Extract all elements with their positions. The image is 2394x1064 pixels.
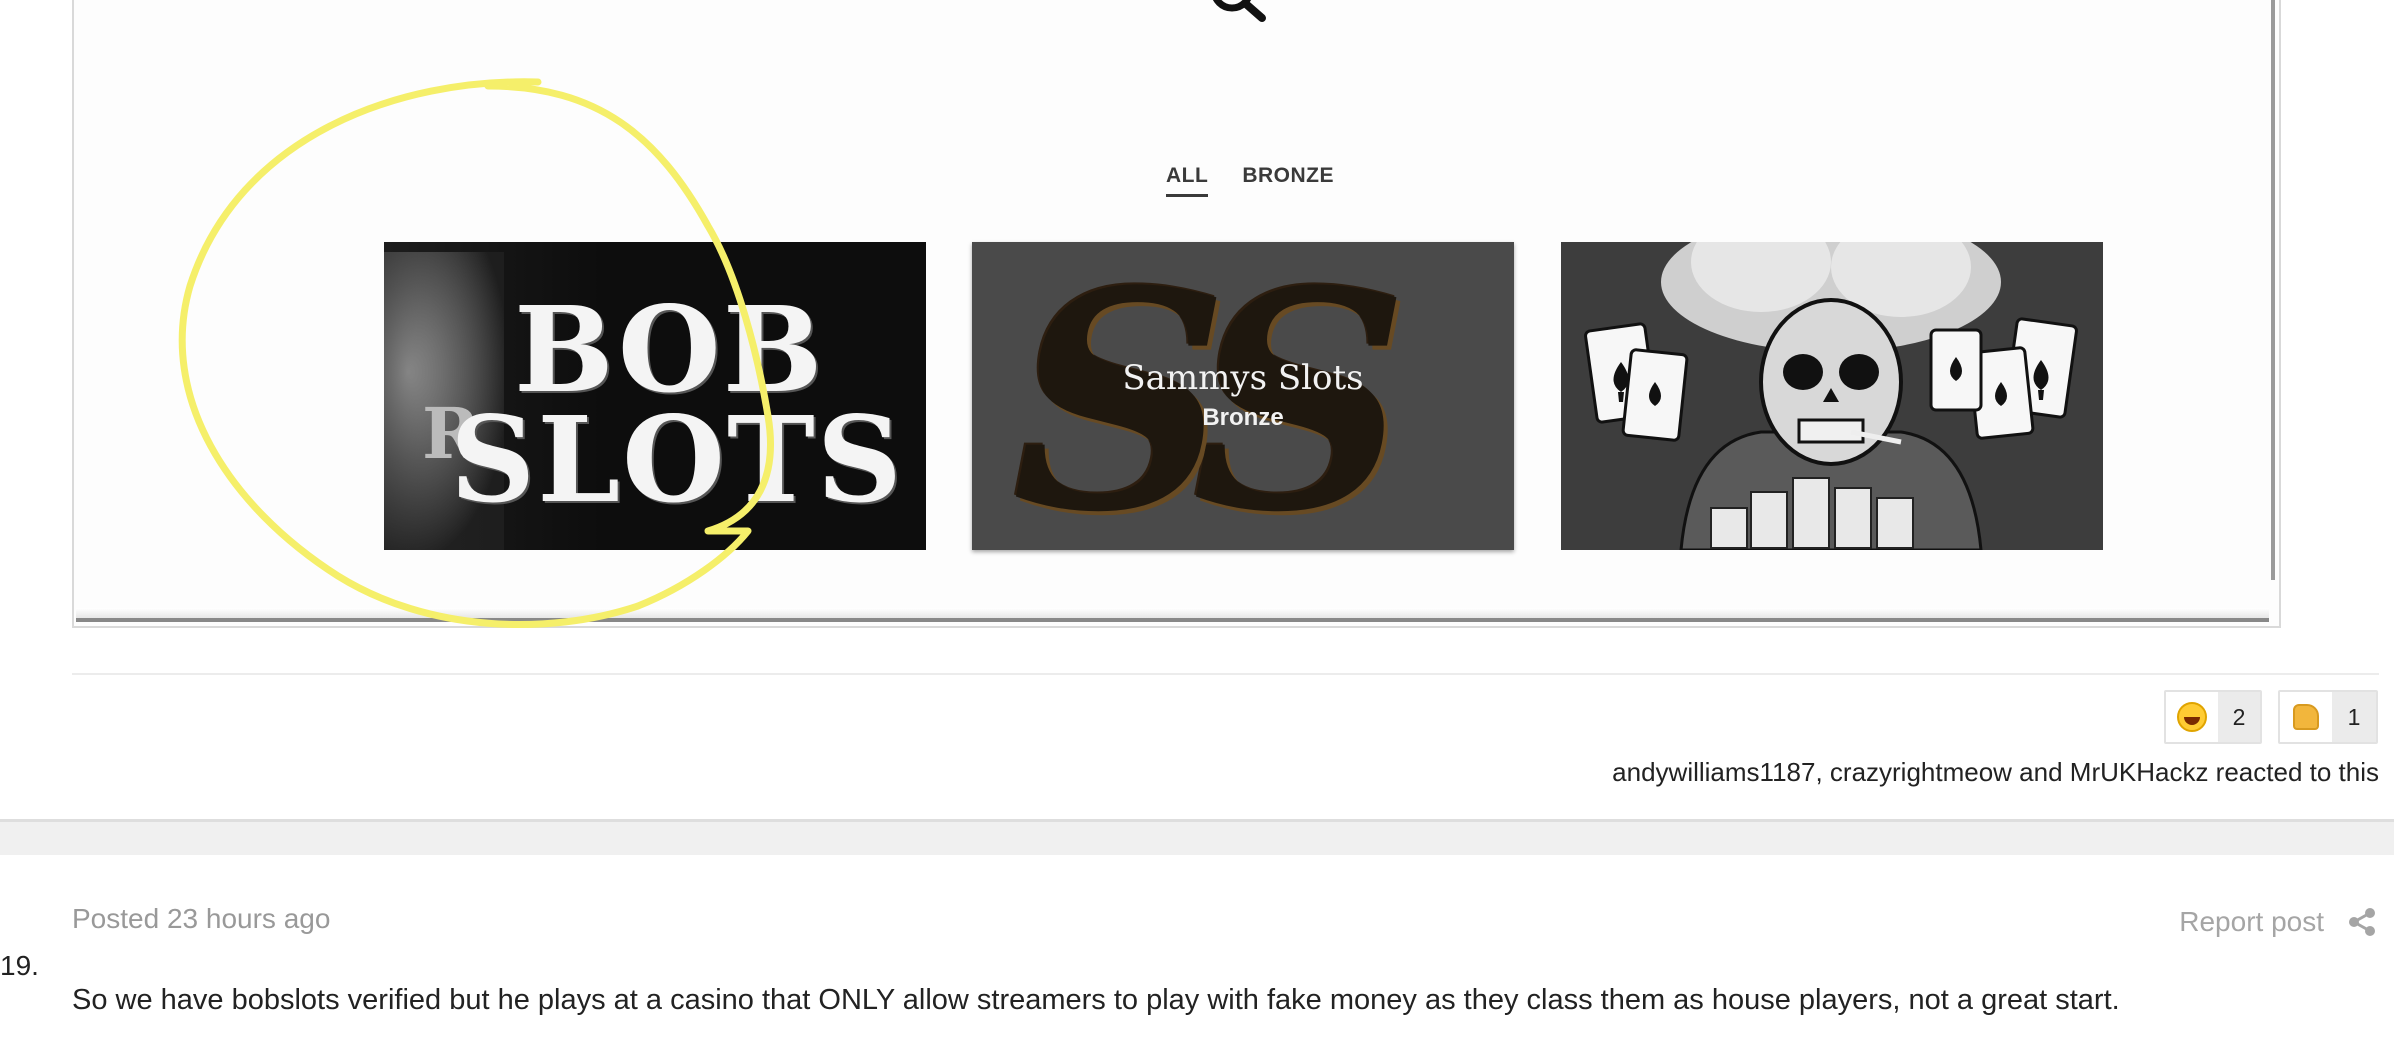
post-number: 19. bbox=[0, 950, 39, 981]
embedded-screenshot: ALL BRONZE R BOB SLOTS SS Sammys Slots B… bbox=[72, 0, 2281, 628]
reaction-thumbs-button[interactable]: 1 bbox=[2278, 690, 2378, 744]
content-divider bbox=[72, 673, 2379, 675]
report-post-link[interactable]: Report post bbox=[2179, 906, 2324, 938]
reaction-count: 2 bbox=[2218, 692, 2260, 742]
reaction-count: 1 bbox=[2332, 692, 2376, 742]
poker-skull-artwork bbox=[1561, 242, 2103, 550]
card-title: Sammys Slots bbox=[1122, 358, 1364, 398]
poker-skull-card[interactable] bbox=[1561, 242, 2103, 550]
bobslots-logo-line2: SLOTS bbox=[450, 390, 904, 529]
filter-tab-all[interactable]: ALL bbox=[1166, 164, 1209, 197]
post-separator bbox=[0, 819, 2394, 855]
sammys-slots-monogram: SS bbox=[1012, 242, 1409, 551]
laughing-emoji-icon bbox=[2177, 702, 2207, 732]
thumbs-up-icon bbox=[2293, 704, 2319, 730]
embed-scrollbar[interactable] bbox=[2271, 0, 2275, 580]
bobslots-card[interactable]: R BOB SLOTS bbox=[384, 242, 926, 550]
reaction-laugh-button[interactable]: 2 bbox=[2164, 690, 2262, 744]
sammys-slots-card[interactable]: SS Sammys Slots Bronze bbox=[972, 242, 1514, 550]
share-icon[interactable] bbox=[2346, 906, 2378, 938]
filter-tab-bronze[interactable]: BRONZE bbox=[1242, 164, 1334, 197]
post-body-text: So we have bobslots verified but he play… bbox=[72, 984, 2120, 1016]
search-icon bbox=[1212, 0, 1266, 22]
filter-tabs: ALL BRONZE bbox=[1166, 164, 1334, 197]
post-timestamp[interactable]: Posted 23 hours ago bbox=[72, 903, 330, 935]
card-tier: Bronze bbox=[1202, 404, 1284, 431]
reacted-users-link[interactable]: andywilliams1187, crazyrightmeow and MrU… bbox=[1612, 757, 2379, 788]
